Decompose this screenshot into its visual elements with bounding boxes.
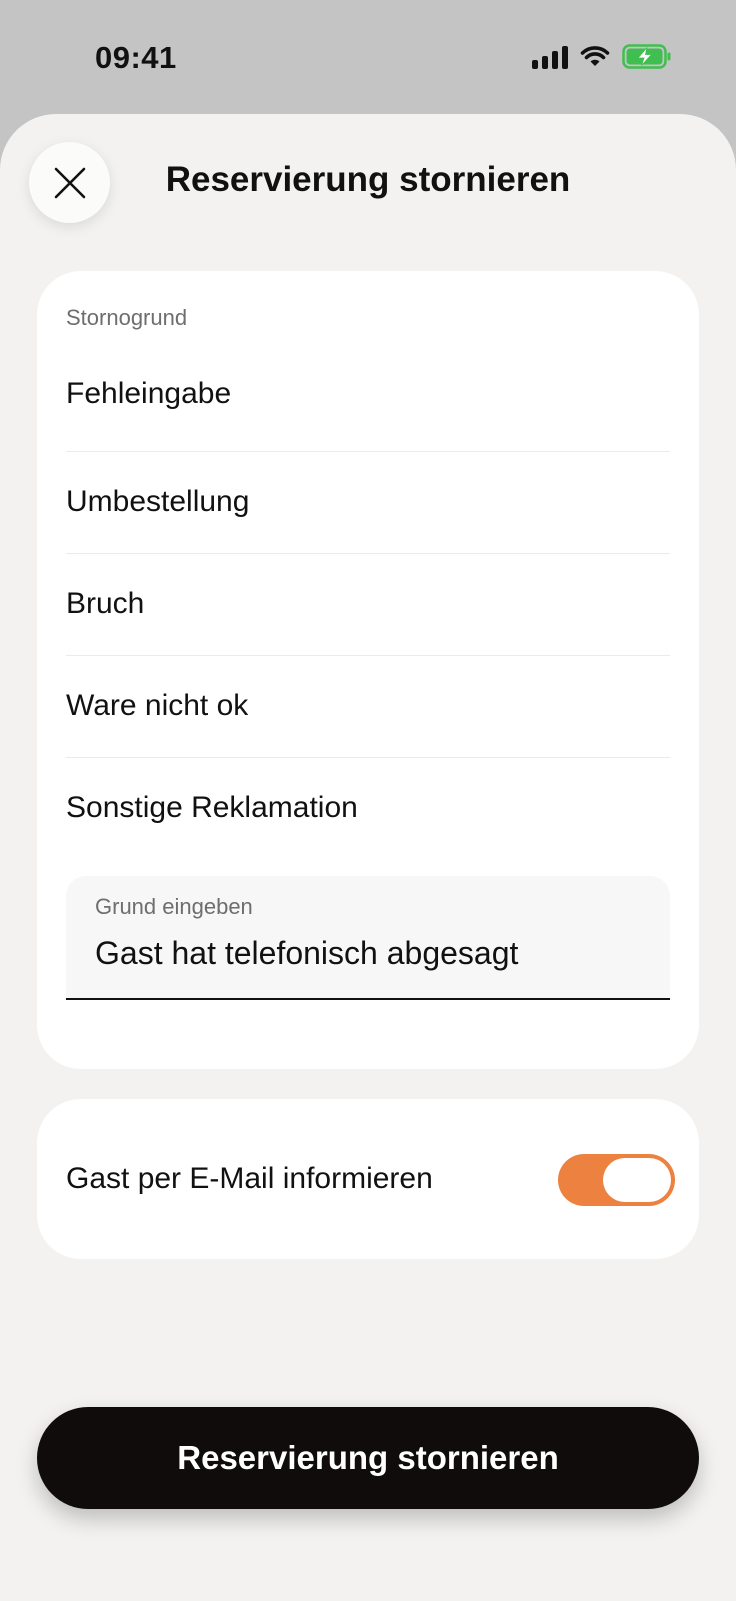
custom-reason-label: Grund eingeben: [95, 894, 253, 919]
reason-option-sonstige-reklamation[interactable]: Sonstige Reklamation: [66, 757, 670, 859]
battery-charging-icon: [622, 44, 671, 69]
page-title: Reservierung stornieren: [165, 160, 571, 199]
section-label: Stornogrund: [66, 305, 188, 330]
toggle-knob: [603, 1158, 671, 1202]
status-bar: 09:41: [0, 0, 736, 115]
wifi-icon: [580, 46, 610, 66]
email-notify-toggle[interactable]: [558, 1154, 675, 1206]
reason-option-ware-nicht-ok[interactable]: Ware nicht ok: [66, 655, 670, 757]
status-time: 09:41: [95, 40, 177, 75]
cancel-reason-card: Stornogrund Fehleingabe Umbestellung Bru…: [37, 271, 699, 1069]
cancel-reservation-button[interactable]: Reservierung stornieren: [37, 1407, 699, 1509]
status-icons: [532, 44, 672, 69]
custom-reason-input[interactable]: Grund eingeben Gast hat telefonisch abge…: [66, 876, 670, 1000]
custom-reason-value: Gast hat telefonisch abgesagt: [95, 935, 519, 971]
reason-option-fehleingabe[interactable]: Fehleingabe: [66, 343, 670, 445]
reason-option-bruch[interactable]: Bruch: [66, 553, 670, 655]
email-notify-card: Gast per E-Mail informieren: [37, 1099, 699, 1259]
reason-option-umbestellung[interactable]: Umbestellung: [66, 451, 670, 553]
email-notify-label: Gast per E-Mail informieren: [66, 1162, 433, 1195]
cellular-signal-icon: [532, 45, 568, 69]
